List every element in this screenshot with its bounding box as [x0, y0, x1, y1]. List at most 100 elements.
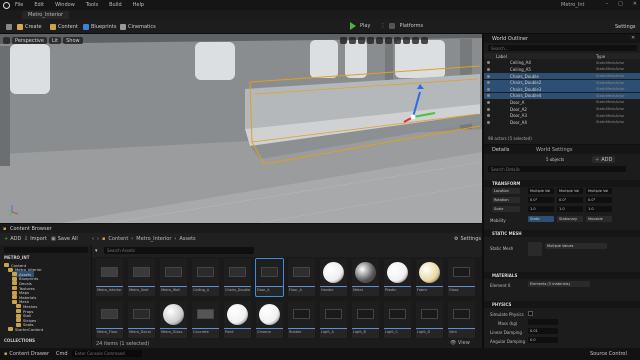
- outliner-search-input[interactable]: [488, 45, 637, 51]
- mesh-thumbnail[interactable]: [528, 242, 542, 256]
- asset-tile[interactable]: Concrete: [192, 301, 219, 338]
- outliner-row[interactable]: Door_A3 StaticMeshActor: [484, 113, 640, 119]
- static-mesh-dropdown[interactable]: Multiple Values: [545, 243, 607, 249]
- asset-tile[interactable]: Metro_Wall: [160, 259, 187, 296]
- outliner-row[interactable]: Chairs_Double2 StaticMeshActor: [484, 79, 640, 86]
- scale-z[interactable]: 1.0: [586, 206, 612, 212]
- outliner-row[interactable]: Chairs_Double3 StaticMeshActor: [484, 86, 640, 93]
- rotation-x[interactable]: 0.0°: [528, 197, 554, 203]
- play-icon[interactable]: [350, 22, 356, 30]
- col-label[interactable]: Label: [496, 54, 507, 59]
- mobility-stationary[interactable]: Stationary: [557, 216, 583, 222]
- col-type[interactable]: Type: [596, 54, 605, 59]
- perspective-button[interactable]: Perspective: [12, 37, 47, 44]
- settings-button[interactable]: Settings: [612, 22, 639, 31]
- scale-x[interactable]: 1.0: [528, 206, 554, 212]
- asset-tile[interactable]: Metro_Decal: [128, 301, 155, 338]
- visibility-eye-icon[interactable]: [487, 61, 490, 65]
- asset-tile[interactable]: Chairs_Double: [224, 259, 251, 296]
- view-options-button[interactable]: 👁 View: [450, 340, 470, 346]
- rotate-icon[interactable]: [358, 37, 365, 44]
- breadcrumb-assets[interactable]: Assets: [179, 236, 195, 242]
- section-transform[interactable]: TRANSFORM: [484, 180, 640, 187]
- snap-scale-icon[interactable]: [403, 37, 410, 44]
- asset-tile[interactable]: Metal: [352, 259, 379, 296]
- tab-metro-interior[interactable]: Metro_Interior: [22, 11, 70, 19]
- folder-tree-item[interactable]: StarterContent: [8, 326, 43, 332]
- save-all-button[interactable]: ▣ Save All: [51, 236, 78, 242]
- import-button[interactable]: ⇩ Import: [24, 236, 47, 242]
- asset-tile[interactable]: Fabric: [416, 259, 443, 296]
- add-button[interactable]: + ADD: [4, 236, 21, 242]
- content-drawer-button[interactable]: ▪ Content Drawer: [4, 351, 49, 357]
- asset-search-input[interactable]: [104, 247, 254, 254]
- nav-back-icon[interactable]: ‹: [92, 236, 94, 242]
- blueprints-button[interactable]: Blueprints: [80, 22, 119, 31]
- asset-tile[interactable]: Chrome: [256, 301, 283, 338]
- select-icon[interactable]: [340, 37, 347, 44]
- outliner-row[interactable]: Door_A StaticMeshActor: [484, 100, 640, 106]
- close-icon[interactable]: ✕: [633, 1, 637, 7]
- content-button[interactable]: Content: [47, 22, 81, 31]
- mobility-movable[interactable]: Movable: [586, 216, 612, 222]
- visibility-eye-icon[interactable]: [487, 107, 490, 111]
- linear-damping-field[interactable]: 0.01: [528, 328, 558, 334]
- asset-tile[interactable]: Handle: [320, 259, 347, 296]
- visibility-eye-icon[interactable]: [487, 114, 490, 118]
- asset-tile[interactable]: Metro_Interior: [96, 259, 123, 296]
- folder-search-input[interactable]: [4, 247, 88, 253]
- minimize-icon[interactable]: –: [606, 1, 609, 7]
- scale-icon[interactable]: [367, 37, 374, 44]
- mobility-static[interactable]: Static: [528, 216, 554, 222]
- maximize-icon[interactable]: □: [618, 1, 623, 7]
- source-control-button[interactable]: Source Control: [590, 351, 627, 357]
- cinematics-button[interactable]: Cinematics: [117, 22, 159, 31]
- content-browser-tab[interactable]: Content Browser ▪: [0, 224, 482, 233]
- cmd-button[interactable]: Cmd: [56, 351, 68, 357]
- visibility-eye-icon[interactable]: [487, 67, 490, 71]
- asset-tile[interactable]: Floor_A: [288, 259, 315, 296]
- mass-field[interactable]: [528, 319, 558, 325]
- breadcrumb-metro-interior[interactable]: Metro_Interior: [136, 236, 171, 242]
- outliner-row[interactable]: Chairs_Double StaticMeshActor: [484, 73, 640, 79]
- visibility-eye-icon[interactable]: [487, 100, 490, 104]
- viewport-menu-icon[interactable]: [3, 37, 10, 44]
- level-viewport[interactable]: Perspective Lit Show: [0, 34, 482, 223]
- angular-damping-field[interactable]: 0.0: [528, 337, 558, 343]
- visibility-eye-icon[interactable]: [487, 74, 490, 78]
- scale-dropdown[interactable]: Scale: [492, 206, 520, 212]
- cb-settings-button[interactable]: ⚙ Settings: [454, 236, 481, 242]
- element0-dropdown[interactable]: Elements (3 materials): [528, 281, 590, 287]
- nav-forward-icon[interactable]: ›: [97, 236, 99, 242]
- asset-tile[interactable]: Ceiling_A: [192, 259, 219, 296]
- asset-tile[interactable]: Light_A: [320, 301, 347, 338]
- asset-tile[interactable]: Light_C: [384, 301, 411, 338]
- outliner-row[interactable]: Door_A4 StaticMeshActor: [484, 119, 640, 125]
- play-button[interactable]: Play: [360, 23, 370, 29]
- section-materials[interactable]: MATERIALS: [484, 272, 640, 279]
- menu-build[interactable]: Build: [109, 2, 122, 8]
- asset-tile[interactable]: Paint: [224, 301, 251, 338]
- asset-tile[interactable]: Door_A: [255, 258, 284, 297]
- visibility-eye-icon[interactable]: [487, 94, 490, 98]
- filter-button[interactable]: ▾: [95, 248, 98, 254]
- menu-help[interactable]: Help: [133, 2, 144, 8]
- menu-edit[interactable]: Edit: [34, 2, 44, 8]
- asset-tile[interactable]: Plastic: [384, 259, 411, 296]
- menu-window[interactable]: Window: [55, 2, 75, 8]
- menu-file[interactable]: File: [15, 2, 23, 8]
- breadcrumb-content[interactable]: Content: [108, 236, 128, 242]
- asset-tile[interactable]: Metro_Glass: [160, 301, 187, 338]
- asset-tile[interactable]: Metro_Floor: [96, 301, 123, 338]
- move-icon[interactable]: [349, 37, 356, 44]
- location-dropdown[interactable]: Location: [492, 188, 520, 194]
- section-physics[interactable]: PHYSICS: [484, 301, 640, 308]
- more-icon[interactable]: ⋮: [380, 23, 385, 29]
- platforms-button[interactable]: Platforms: [399, 23, 423, 29]
- outliner-row[interactable]: Ceiling_A5 StaticMeshActor: [484, 67, 640, 73]
- menu-tools[interactable]: Tools: [86, 2, 98, 8]
- tab-world-settings[interactable]: World Settings: [536, 147, 572, 153]
- location-z[interactable]: Multiple Val: [586, 188, 612, 194]
- details-add-button[interactable]: + ADD: [592, 156, 616, 163]
- outliner-row[interactable]: Ceiling_A4 StaticMeshActor: [484, 60, 640, 66]
